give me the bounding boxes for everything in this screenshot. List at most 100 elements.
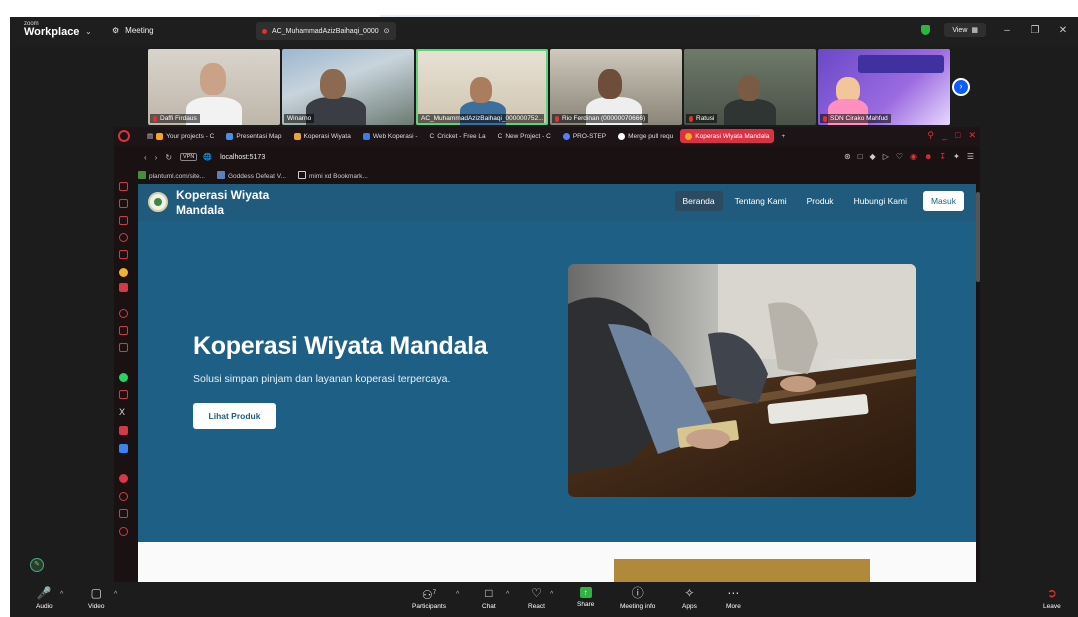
menu-icon[interactable]: ☰ bbox=[967, 152, 974, 161]
site-info-icon[interactable]: 🌐 bbox=[203, 153, 212, 161]
participant-tile[interactable]: Winarno bbox=[282, 49, 414, 125]
tabs-icon[interactable] bbox=[119, 216, 128, 225]
whatsapp-icon[interactable] bbox=[119, 373, 128, 382]
nav-link-beranda[interactable]: Beranda bbox=[674, 191, 723, 211]
view-button[interactable]: View ▦ bbox=[944, 23, 986, 37]
view-products-button[interactable]: Lihat Produk bbox=[193, 403, 276, 429]
minimize-icon[interactable]: – bbox=[1000, 25, 1014, 36]
browser-tab[interactable]: PRO-STEP bbox=[558, 129, 611, 143]
apps-button[interactable]: ✧ Apps bbox=[682, 587, 697, 610]
nav-link-produk[interactable]: Produk bbox=[799, 191, 842, 211]
chat-chevron-icon[interactable]: ^ bbox=[506, 591, 509, 598]
flow-icon[interactable] bbox=[119, 509, 128, 518]
clock-icon[interactable] bbox=[119, 492, 128, 501]
participants-button[interactable]: ⚇7 Participants bbox=[412, 587, 446, 610]
apps-icon: ✧ bbox=[684, 586, 695, 600]
audio-options-chevron-icon[interactable]: ^ bbox=[60, 591, 63, 598]
home-icon[interactable] bbox=[119, 182, 128, 191]
more-button[interactable]: ⋯ More bbox=[726, 587, 741, 610]
close-icon[interactable]: ✕ bbox=[1056, 25, 1070, 36]
participant-tile-active-speaker[interactable]: AC_MuhammadAzizBaihaqi_000000752... bbox=[416, 49, 548, 125]
chevron-down-icon[interactable]: ⌄ bbox=[85, 27, 92, 36]
new-tab-button[interactable]: + bbox=[776, 129, 790, 143]
login-button[interactable]: Masuk bbox=[922, 191, 964, 211]
bookmark-item[interactable]: plantuml.com/site... bbox=[138, 170, 205, 180]
extension-icon[interactable]: ◉ bbox=[910, 152, 917, 161]
x-twitter-icon[interactable]: X bbox=[119, 408, 128, 417]
settings-icon[interactable] bbox=[119, 527, 128, 536]
react-button[interactable]: ♡ React bbox=[528, 587, 545, 610]
video-button[interactable]: ▢ Video bbox=[88, 587, 105, 610]
player-icon[interactable]: ▷ bbox=[883, 152, 889, 161]
snapshot-icon[interactable]: □ bbox=[858, 152, 863, 161]
scrollbar-thumb[interactable] bbox=[976, 192, 980, 282]
annotate-icon[interactable]: ✎ bbox=[30, 558, 44, 572]
bookmarks-icon[interactable] bbox=[119, 199, 128, 208]
ai-icon[interactable]: ✦ bbox=[953, 152, 960, 161]
participant-tile[interactable]: SDN Cirako Mahfud bbox=[818, 49, 950, 125]
nav-link-tentang-kami[interactable]: Tentang Kami bbox=[727, 191, 795, 211]
browser-tab-active[interactable]: Koperasi Wiyata Mandala bbox=[680, 129, 775, 143]
maximize-icon[interactable]: □ bbox=[955, 130, 960, 141]
browser-tab[interactable]: Koperasi Wiyata bbox=[289, 129, 356, 143]
browser-tab[interactable]: C Cricket - Free La bbox=[425, 129, 491, 143]
browser-tab[interactable]: ▤ Your projects - C bbox=[142, 129, 219, 143]
site-name[interactable]: Koperasi Wiyata Mandala bbox=[176, 188, 286, 218]
active-speaker-name: AC_MuhammadAzizBaihaqi_0000 bbox=[272, 27, 379, 35]
download-icon[interactable]: ↧ bbox=[939, 152, 946, 161]
participant-tile[interactable]: Ratusi bbox=[684, 49, 816, 125]
pin-icon[interactable]: ⊛ bbox=[844, 152, 851, 161]
reload-icon[interactable]: ↻ bbox=[165, 153, 172, 162]
meeting-info-button[interactable]: ⓘ Meeting info bbox=[620, 587, 655, 610]
share-button[interactable]: ↑ Share bbox=[577, 587, 594, 608]
history-icon[interactable] bbox=[119, 309, 128, 318]
minimize-icon[interactable]: _ bbox=[942, 130, 947, 141]
back-icon[interactable]: ‹ bbox=[144, 153, 147, 162]
player-icon[interactable] bbox=[119, 343, 128, 352]
bookmark-item[interactable]: mimi xd Bookmark... bbox=[297, 170, 368, 180]
react-chevron-icon[interactable]: ^ bbox=[550, 591, 553, 598]
participants-chevron-icon[interactable]: ^ bbox=[456, 591, 459, 598]
audio-button[interactable]: 🎤 Audio bbox=[36, 587, 53, 610]
opera-logo-icon[interactable] bbox=[118, 130, 130, 142]
bookmark-item[interactable]: Goddess Defeat V... bbox=[217, 170, 286, 180]
nav-link-hubungi-kami[interactable]: Hubungi Kami bbox=[846, 191, 915, 211]
participant-video bbox=[306, 97, 366, 125]
tab-favicon-icon bbox=[685, 132, 693, 140]
security-shield-icon[interactable] bbox=[921, 25, 931, 35]
chat-button[interactable]: □ Chat bbox=[482, 587, 496, 610]
music-icon[interactable] bbox=[119, 474, 128, 483]
instagram-icon[interactable] bbox=[119, 390, 128, 399]
apps-label: Apps bbox=[682, 603, 697, 610]
browser-tab[interactable]: Merge pull requ bbox=[613, 129, 678, 143]
zoom-workplace-logo[interactable]: zoom Workplace bbox=[24, 21, 79, 38]
participant-tile[interactable]: Rio Ferdinan (00000070666) bbox=[550, 49, 682, 125]
next-page-arrow-icon[interactable]: › bbox=[952, 78, 970, 96]
video-options-chevron-icon[interactable]: ^ bbox=[114, 591, 117, 598]
close-icon[interactable]: ✕ bbox=[968, 130, 976, 141]
meeting-menu[interactable]: ⚙ Meeting bbox=[112, 26, 154, 35]
browser-tab[interactable]: Web Koperasi - bbox=[358, 129, 423, 143]
url-field[interactable]: localhost:5173 bbox=[220, 154, 265, 161]
browser-tab[interactable]: Presentasi Map bbox=[221, 129, 286, 143]
search-tabs-icon[interactable]: ⚲ bbox=[927, 130, 934, 141]
page-scrollbar[interactable] bbox=[976, 184, 980, 582]
active-speaker-chip[interactable]: AC_MuhammadAzizBaihaqi_0000 ⊙ bbox=[256, 22, 396, 40]
vpn-badge[interactable]: VPN bbox=[180, 153, 198, 161]
heart-icon[interactable]: ♡ bbox=[896, 152, 903, 161]
aria-icon[interactable] bbox=[119, 233, 128, 242]
browser-tab[interactable]: C New Project - C bbox=[493, 129, 556, 143]
messenger-icon[interactable] bbox=[119, 426, 128, 435]
wallet-icon[interactable] bbox=[119, 326, 128, 335]
app-icon[interactable] bbox=[119, 444, 128, 453]
restore-icon[interactable]: ❐ bbox=[1028, 25, 1042, 36]
gaming-icon[interactable] bbox=[119, 250, 128, 259]
forward-icon[interactable]: › bbox=[155, 153, 158, 162]
shield-icon[interactable]: ◆ bbox=[870, 152, 876, 161]
leave-button[interactable]: ➲ Leave bbox=[1043, 587, 1061, 610]
emoji-icon[interactable] bbox=[119, 268, 128, 277]
site-logo-icon[interactable] bbox=[148, 192, 168, 212]
shopping-icon[interactable] bbox=[119, 283, 128, 292]
participant-tile[interactable]: Daffi Firdaus bbox=[148, 49, 280, 125]
user-icon[interactable]: ☻ bbox=[924, 152, 932, 161]
